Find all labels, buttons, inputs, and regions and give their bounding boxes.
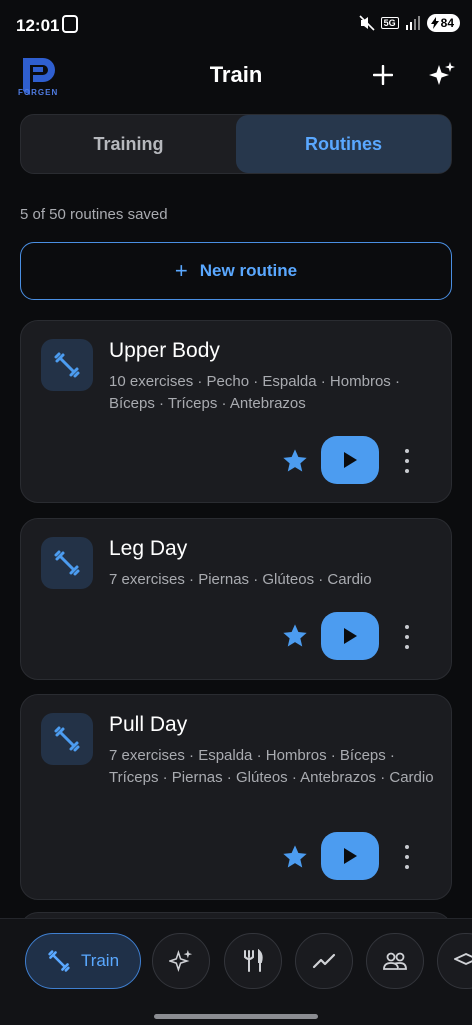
routine-meta: 10 exercises · Pecho · Espalda · Hombros…: [109, 373, 400, 412]
nav-progress[interactable]: [295, 933, 353, 989]
favorite-star-icon[interactable]: [281, 622, 309, 650]
home-indicator: [154, 1014, 318, 1019]
bottom-navigation: Train: [0, 918, 472, 1025]
new-routine-button[interactable]: + New routine: [20, 242, 452, 300]
dumbbell-icon: [48, 950, 70, 972]
plus-icon: [373, 65, 393, 85]
plus-icon: +: [174, 258, 188, 283]
status-time: 12:01: [16, 16, 60, 35]
routine-name: Upper Body: [109, 339, 220, 362]
nav-train-label: Train: [80, 951, 120, 970]
nav-nutrition[interactable]: [224, 933, 282, 989]
trend-chart-icon: [312, 953, 336, 969]
start-routine-button[interactable]: [321, 612, 379, 660]
routine-name: Pull Day: [109, 713, 188, 736]
routine-card[interactable]: Upper Body 10 exercises · Pecho · Espald…: [20, 320, 452, 503]
people-icon: [383, 952, 407, 970]
status-indicators: 5G 84: [359, 14, 460, 32]
dumbbell-icon: [41, 339, 93, 391]
view-toggle: Training Routines: [20, 114, 452, 174]
routine-meta: 7 exercises · Espalda · Hombros · Bíceps…: [109, 747, 434, 786]
network-badge: 5G: [380, 17, 399, 29]
routine-meta: 7 exercises · Piernas · Glúteos · Cardio: [109, 571, 372, 588]
brand-name: FORGEN: [18, 88, 59, 97]
add-button[interactable]: [368, 60, 398, 90]
battery-indicator: 84: [426, 14, 460, 32]
routine-card[interactable]: Pull Day 7 exercises · Espalda · Hombros…: [20, 694, 452, 900]
sparkles-icon: [429, 62, 455, 85]
screen-record-icon: [62, 15, 78, 33]
utensils-icon: [244, 949, 263, 972]
page-title: Train: [209, 62, 263, 87]
tab-training[interactable]: Training: [21, 115, 236, 173]
routine-card[interactable]: Leg Day 7 exercises · Piernas · Glúteos …: [20, 518, 452, 680]
charging-icon: [430, 17, 439, 29]
status-bar: 12:01 5G 84: [0, 0, 472, 52]
more-options-icon[interactable]: [401, 845, 413, 869]
favorite-star-icon[interactable]: [281, 843, 309, 871]
tab-routines[interactable]: Routines: [236, 115, 451, 173]
more-options-icon[interactable]: [401, 449, 413, 473]
dumbbell-icon: [41, 713, 93, 765]
routine-name: Leg Day: [109, 537, 188, 560]
sparkles-icon: [169, 949, 193, 973]
dumbbell-icon: [41, 537, 93, 589]
routines-count: 5 of 50 routines saved: [20, 206, 168, 223]
play-icon: [344, 628, 357, 644]
favorite-star-icon[interactable]: [281, 447, 309, 475]
battery-level: 84: [440, 16, 454, 30]
ai-generate-button[interactable]: [427, 60, 457, 90]
new-routine-label: New routine: [199, 261, 298, 280]
signal-icon: [405, 16, 420, 30]
nav-community[interactable]: [366, 933, 424, 989]
play-icon: [344, 848, 357, 864]
nav-ai[interactable]: [152, 933, 210, 989]
play-icon: [344, 452, 357, 468]
start-routine-button[interactable]: [321, 436, 379, 484]
nav-train[interactable]: Train: [25, 933, 141, 989]
start-routine-button[interactable]: [321, 832, 379, 880]
nav-learn[interactable]: [437, 933, 472, 989]
more-options-icon[interactable]: [401, 625, 413, 649]
mute-icon: [359, 15, 375, 31]
graduation-cap-icon: [454, 953, 472, 965]
